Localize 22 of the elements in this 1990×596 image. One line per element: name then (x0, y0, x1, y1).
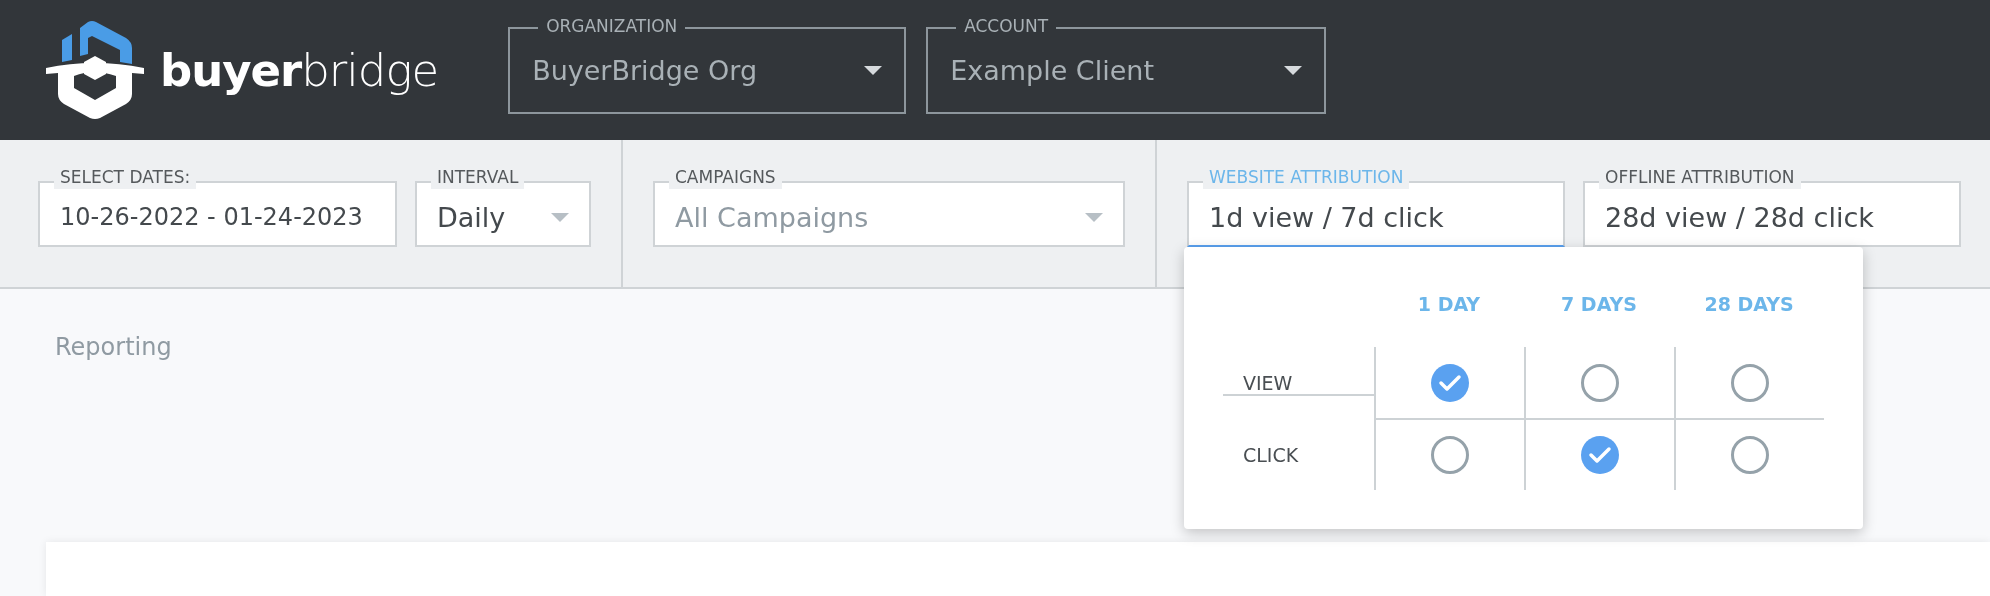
radio-button[interactable] (1430, 362, 1470, 403)
column-header: 28 DAYS (1704, 293, 1794, 315)
radio-button[interactable] (1580, 362, 1620, 403)
logo-wordmark: buyerbridge (160, 43, 439, 97)
radio-button[interactable] (1430, 435, 1470, 475)
row-label: VIEW (1223, 371, 1374, 396)
caret-icon (551, 212, 569, 222)
radio-button[interactable] (1580, 435, 1620, 475)
radio-button[interactable] (1730, 435, 1770, 475)
caret-icon (1284, 65, 1303, 75)
logo-icon (44, 20, 146, 120)
selector-value: Example Client (950, 54, 1154, 86)
dropdown-value: Daily (437, 201, 506, 233)
column-header: 1 DAY (1417, 293, 1481, 315)
dropdown-placeholder: All Campaigns (675, 201, 869, 233)
caret-icon (1085, 212, 1103, 222)
radio-button[interactable] (1730, 362, 1770, 403)
column-header: 7 DAYS (1561, 293, 1637, 315)
page-title: Reporting (55, 333, 172, 361)
selector-value: BuyerBridge Org (532, 54, 758, 86)
caret-icon (864, 65, 883, 75)
row-label: CLICK (1242, 444, 1300, 466)
